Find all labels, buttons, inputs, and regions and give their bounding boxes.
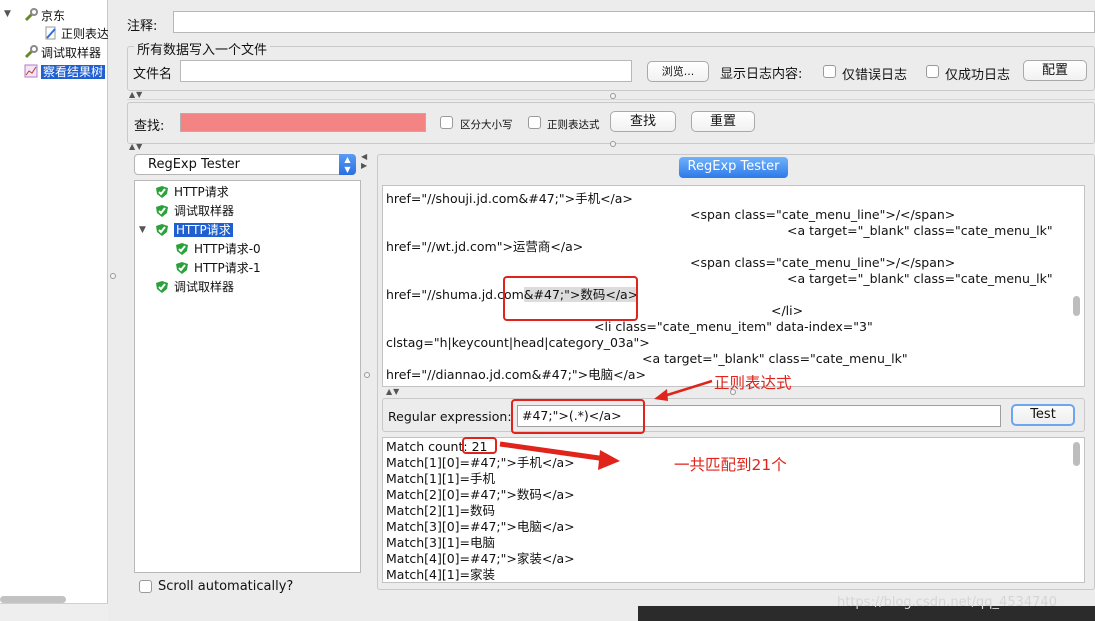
filename-label: 文件名: [133, 67, 173, 82]
match-line: Match[2][1]=数码: [386, 503, 496, 518]
errors-only-checkbox[interactable]: [823, 65, 836, 78]
response-line: <span class="cate_menu_line">/</span>: [690, 255, 956, 270]
reset-button[interactable]: 重置: [691, 111, 755, 132]
case-sensitive-label: 区分大小写: [460, 119, 513, 131]
filename-field[interactable]: [180, 60, 632, 82]
match-line: Match[4][0]=#47;">家装</a>: [386, 551, 575, 566]
splitter-handle[interactable]: [364, 372, 370, 378]
result-item-selected[interactable]: HTTP请求: [155, 221, 233, 239]
success-shield-icon: [156, 281, 168, 293]
response-line: <a target="_blank" class="cate_menu_lk": [787, 271, 1053, 286]
tree-item-label: 京东: [41, 9, 66, 23]
scroll-auto-checkbox[interactable]: [139, 580, 152, 593]
chart-icon: [24, 64, 38, 78]
splitter-arrows-icon[interactable]: ▲▼: [386, 387, 400, 396]
tree-item-label: 察看结果树: [41, 65, 106, 79]
splitter-handle[interactable]: [610, 93, 616, 99]
case-sensitive-checkbox[interactable]: [440, 116, 453, 129]
regex-checkbox[interactable]: [528, 116, 541, 129]
match-line: Match[3][0]=#47;">电脑</a>: [386, 519, 575, 534]
splitter-handle[interactable]: [110, 273, 116, 279]
comment-label: 注释:: [127, 19, 158, 34]
match-line: Match[1][1]=手机: [386, 471, 496, 486]
test-plan-tree[interactable]: ▼ 京东 正则表达 调试取样器 察看结果树: [0, 0, 109, 621]
splitter-arrows-icon[interactable]: ◀ ▶: [361, 152, 368, 170]
response-text-area[interactable]: href="//shouji.jd.com&#47;">手机</a> <span…: [382, 185, 1085, 387]
success-shield-icon: [156, 224, 168, 236]
watermark: https://blog.csdn.net/qq_4534740: [837, 595, 1057, 610]
match-line: Match[3][1]=电脑: [386, 535, 496, 550]
annotation-arrows: [499, 379, 713, 470]
expand-arrow-icon[interactable]: ▼: [139, 225, 146, 235]
success-shield-icon: [156, 186, 168, 198]
search-input[interactable]: [180, 113, 426, 132]
errors-only-label: 仅错误日志: [842, 68, 908, 83]
regex-checkbox-label: 正则表达式: [547, 119, 600, 131]
wrench-icon: [24, 8, 38, 22]
vertical-scrollbar[interactable]: [1073, 442, 1080, 466]
result-tree[interactable]: HTTP请求 调试取样器 ▼ HTTP请求 HTTP请求-0 HTTP请求-1 …: [134, 180, 361, 573]
result-item[interactable]: HTTP请求: [155, 183, 229, 201]
splitter-arrows-icon[interactable]: ▲▼: [129, 90, 143, 99]
match-count-label: Match count: [386, 439, 464, 454]
response-line: href="//shouji.jd.com&#47;">手机</a>: [386, 191, 633, 206]
success-shield-icon: [176, 243, 188, 255]
success-only-checkbox[interactable]: [926, 65, 939, 78]
tree-item-jd[interactable]: 京东: [24, 7, 65, 25]
splitter-arrows-icon[interactable]: ▲▼: [129, 142, 143, 151]
result-item-label: 调试取样器: [174, 204, 235, 218]
response-line: <a target="_blank" class="cate_menu_lk": [642, 351, 908, 366]
test-button[interactable]: Test: [1011, 404, 1075, 426]
success-only-label: 仅成功日志: [945, 68, 1011, 83]
scroll-auto-label: Scroll automatically?: [158, 579, 294, 594]
find-label: 查找:: [134, 119, 165, 134]
success-shield-icon: [176, 262, 188, 274]
result-item-label: 调试取样器: [174, 280, 235, 294]
left-status-strip: [0, 603, 108, 621]
splitter-handle[interactable]: [610, 141, 616, 147]
tab-regexp-tester[interactable]: RegExp Tester: [679, 157, 788, 178]
response-line: clstag="h|keycount|head|category_03a">: [386, 335, 650, 350]
vertical-scrollbar[interactable]: [1073, 296, 1080, 316]
horizontal-scrollbar[interactable]: [0, 596, 66, 603]
result-item[interactable]: 调试取样器: [155, 278, 234, 296]
tree-item-label: 调试取样器: [41, 46, 102, 60]
result-item[interactable]: HTTP请求-1: [175, 259, 261, 277]
match-line: Match[4][1]=家装: [386, 567, 496, 582]
expand-arrow-icon[interactable]: ▼: [4, 9, 11, 19]
result-item-label: HTTP请求: [174, 185, 229, 199]
tree-item-view-results[interactable]: 察看结果树: [24, 63, 106, 81]
log-content-label: 显示日志内容:: [720, 67, 803, 82]
response-line: <span class="cate_menu_line">/</span>: [690, 207, 956, 222]
response-line: href="//wt.jd.com">运营商</a>: [386, 239, 584, 254]
chevron-updown-icon[interactable]: ▲ ▼: [339, 154, 356, 175]
splitter[interactable]: [127, 99, 1095, 100]
comment-field[interactable]: [173, 11, 1095, 33]
response-line: <li class="cate_menu_item" data-index="3…: [594, 319, 873, 334]
tree-item-regex-extractor[interactable]: 正则表达: [44, 25, 109, 43]
result-item[interactable]: HTTP请求-0: [175, 240, 261, 258]
annotation-box-match: [503, 276, 638, 321]
response-line: </li>: [771, 303, 804, 318]
renderer-select-value: RegExp Tester: [148, 157, 240, 172]
match-line: Match[2][0]=#47;">数码</a>: [386, 487, 575, 502]
result-item-label: HTTP请求: [174, 223, 233, 237]
response-line: <a target="_blank" class="cate_menu_lk": [787, 223, 1053, 238]
result-item-label: HTTP请求-0: [194, 242, 261, 256]
configure-button[interactable]: 配置: [1023, 60, 1087, 81]
success-shield-icon: [156, 205, 168, 217]
renderer-select[interactable]: RegExp Tester ▲ ▼: [134, 154, 356, 175]
result-item-label: HTTP请求-1: [194, 261, 261, 275]
search-button[interactable]: 查找: [610, 111, 676, 132]
browse-button[interactable]: 浏览...: [647, 61, 709, 82]
result-item[interactable]: 调试取样器: [155, 202, 234, 220]
tree-item-label: 正则表达: [61, 27, 110, 41]
pencil-icon: [45, 26, 56, 40]
file-group-title: 所有数据写入一个文件: [134, 39, 271, 58]
annotation-regex-note: 正则表达式: [714, 374, 792, 392]
view-results-tree-panel: 注释: 所有数据写入一个文件 文件名 浏览... 显示日志内容: 仅错误日志 仅…: [108, 0, 1095, 621]
tree-item-debug-sampler[interactable]: 调试取样器: [24, 44, 101, 62]
wrench-icon: [24, 45, 38, 59]
